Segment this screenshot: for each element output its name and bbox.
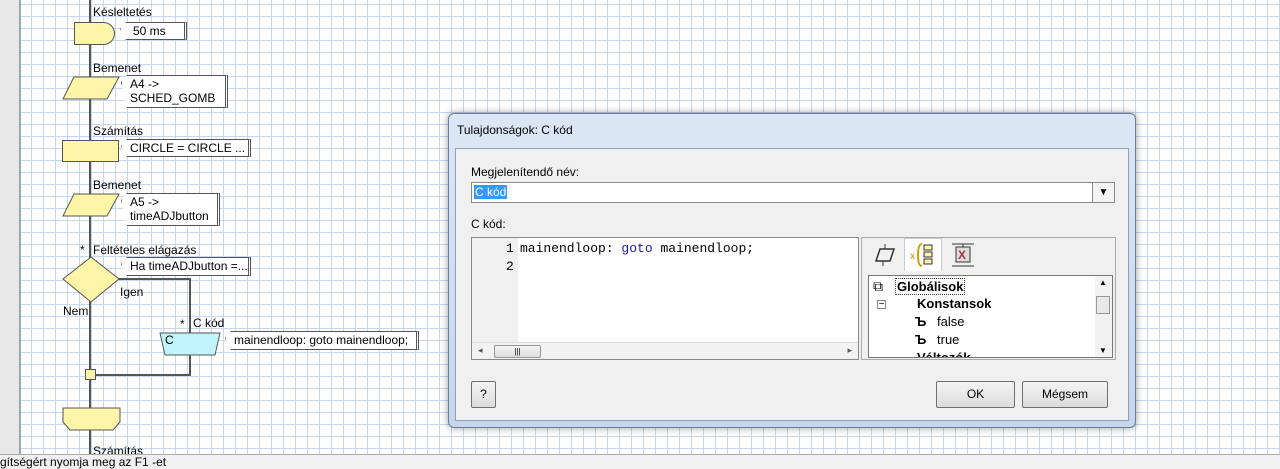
- tab-blocks[interactable]: [866, 238, 904, 271]
- calculation-block[interactable]: [62, 140, 119, 162]
- vertical-scrollbar[interactable]: ▲ ▼: [1095, 276, 1112, 357]
- tree-item[interactable]: true: [937, 332, 959, 347]
- comment-text: 50 ms: [133, 24, 166, 38]
- line-numbers: 12: [506, 240, 514, 276]
- help-button[interactable]: ?: [471, 381, 496, 408]
- dialog-body: Megjelenítendő név: C kód ▼ C kód: 12 ma…: [455, 148, 1129, 421]
- block-label: Bemenet: [93, 178, 142, 192]
- block-comment[interactable]: Ha timeADJbutton =...: [121, 257, 251, 276]
- comment-line: timeADJbutton: [130, 209, 209, 223]
- line-number: 2: [506, 259, 514, 274]
- svg-text:X: X: [958, 248, 966, 262]
- tree-item-constants[interactable]: Konstansok: [917, 296, 991, 311]
- yes-label: Igen: [120, 285, 144, 299]
- decision-block[interactable]: [62, 256, 120, 303]
- code-editor[interactable]: 12 mainendloop: goto mainendloop; ◂ ||| …: [471, 237, 859, 360]
- code-text[interactable]: mainendloop: goto mainendloop;: [520, 240, 754, 258]
- block-comment[interactable]: CIRCLE = CIRCLE ...: [121, 139, 251, 157]
- display-name-combobox[interactable]: C kód ▼: [471, 182, 1115, 203]
- tree-item[interactable]: false: [937, 314, 964, 329]
- code-token: mainendloop:: [520, 241, 622, 256]
- star-marker: *: [180, 317, 185, 331]
- function-icon: X: [952, 243, 974, 266]
- tree-item-variables[interactable]: Változók: [917, 350, 970, 357]
- tab-variables[interactable]: x: [904, 238, 942, 271]
- status-bar: gítségért nyomja meg az F1 -et: [0, 454, 1280, 469]
- block-label: Bemenet: [93, 61, 142, 75]
- code-label: C kód:: [471, 217, 506, 231]
- variables-tree-icon: x: [910, 243, 933, 267]
- block-label: C kód: [193, 316, 225, 330]
- tree-item-globals[interactable]: Globálisok: [895, 278, 966, 295]
- left-margin: [0, 0, 21, 454]
- svg-text:x: x: [910, 251, 915, 262]
- keyword-token: goto: [621, 241, 653, 256]
- block-comment[interactable]: A4 -> SCHED_GOMB: [121, 75, 228, 108]
- block-label: Késleltetés: [93, 5, 152, 19]
- star-marker: *: [80, 243, 85, 257]
- block-comment[interactable]: A5 -> timeADJbutton: [121, 193, 220, 226]
- comment-line: A4 ->: [130, 77, 160, 91]
- name-label: Megjelenítendő név:: [471, 165, 580, 179]
- delay-block[interactable]: [74, 22, 115, 45]
- block-icon: [874, 243, 896, 266]
- input-block[interactable]: [62, 76, 120, 100]
- display-name-value[interactable]: C kód: [474, 185, 508, 199]
- dialog-title: Tulajdonságok: C kód: [457, 123, 573, 137]
- scroll-down-icon[interactable]: ▼: [1099, 346, 1107, 355]
- input-block[interactable]: [62, 193, 120, 217]
- constant-icon: Ъ: [915, 332, 927, 347]
- comment-text: CIRCLE = CIRCLE ...: [130, 141, 246, 155]
- code-line: mainendloop: goto mainendloop;: [520, 240, 754, 258]
- properties-dialog: Tulajdonságok: C kód Megjelenítendő név:…: [448, 113, 1136, 428]
- comment-text: Ha timeADJbutton =...: [130, 259, 248, 273]
- code-token: mainendloop;: [652, 241, 755, 256]
- globals-icon: ⧉: [873, 278, 883, 294]
- scrollbar-thumb[interactable]: [1096, 296, 1110, 314]
- dropdown-arrow-icon[interactable]: ▼: [1092, 182, 1115, 203]
- branch-line: [189, 355, 191, 376]
- block-label: Számítás: [93, 124, 144, 138]
- status-text: gítségért nyomja meg az F1 -et: [0, 455, 167, 469]
- tab-functions[interactable]: X: [944, 238, 982, 271]
- ok-button[interactable]: OK: [936, 381, 1015, 408]
- no-label: Nem: [63, 304, 89, 318]
- block-comment[interactable]: mainendloop: goto mainendloop;: [225, 331, 419, 350]
- horizontal-scrollbar[interactable]: ◂ ||| ▸: [472, 342, 858, 359]
- output-block[interactable]: [62, 407, 121, 431]
- scroll-right-icon[interactable]: ▸: [847, 345, 852, 356]
- scrollbar-thumb[interactable]: |||: [494, 345, 541, 358]
- constant-icon: Ъ: [915, 314, 927, 329]
- block-label: Feltételes elágazás: [93, 243, 197, 257]
- branch-line: [189, 278, 191, 333]
- comment-line: A5 ->: [130, 195, 160, 209]
- cancel-button[interactable]: Mégsem: [1022, 381, 1108, 408]
- collapse-icon[interactable]: −: [877, 300, 886, 310]
- main-flow-line: [89, 0, 91, 454]
- junction-node[interactable]: [85, 369, 96, 380]
- scroll-left-icon[interactable]: ◂: [478, 345, 483, 356]
- branch-line: [110, 278, 191, 280]
- symbols-panel: x X ⧉ Globálisok − Konstansok Ъ false Ъ …: [861, 237, 1116, 360]
- line-number: 1: [506, 241, 514, 256]
- scroll-up-icon[interactable]: ▲: [1099, 278, 1107, 287]
- block-comment[interactable]: 50 ms: [120, 22, 187, 40]
- branch-line: [90, 374, 191, 376]
- comment-text: mainendloop: goto mainendloop;: [234, 333, 409, 347]
- c-code-block-text: C: [165, 333, 174, 347]
- comment-line: SCHED_GOMB: [130, 91, 216, 105]
- symbols-tree[interactable]: ⧉ Globálisok − Konstansok Ъ false Ъ true…: [868, 275, 1113, 358]
